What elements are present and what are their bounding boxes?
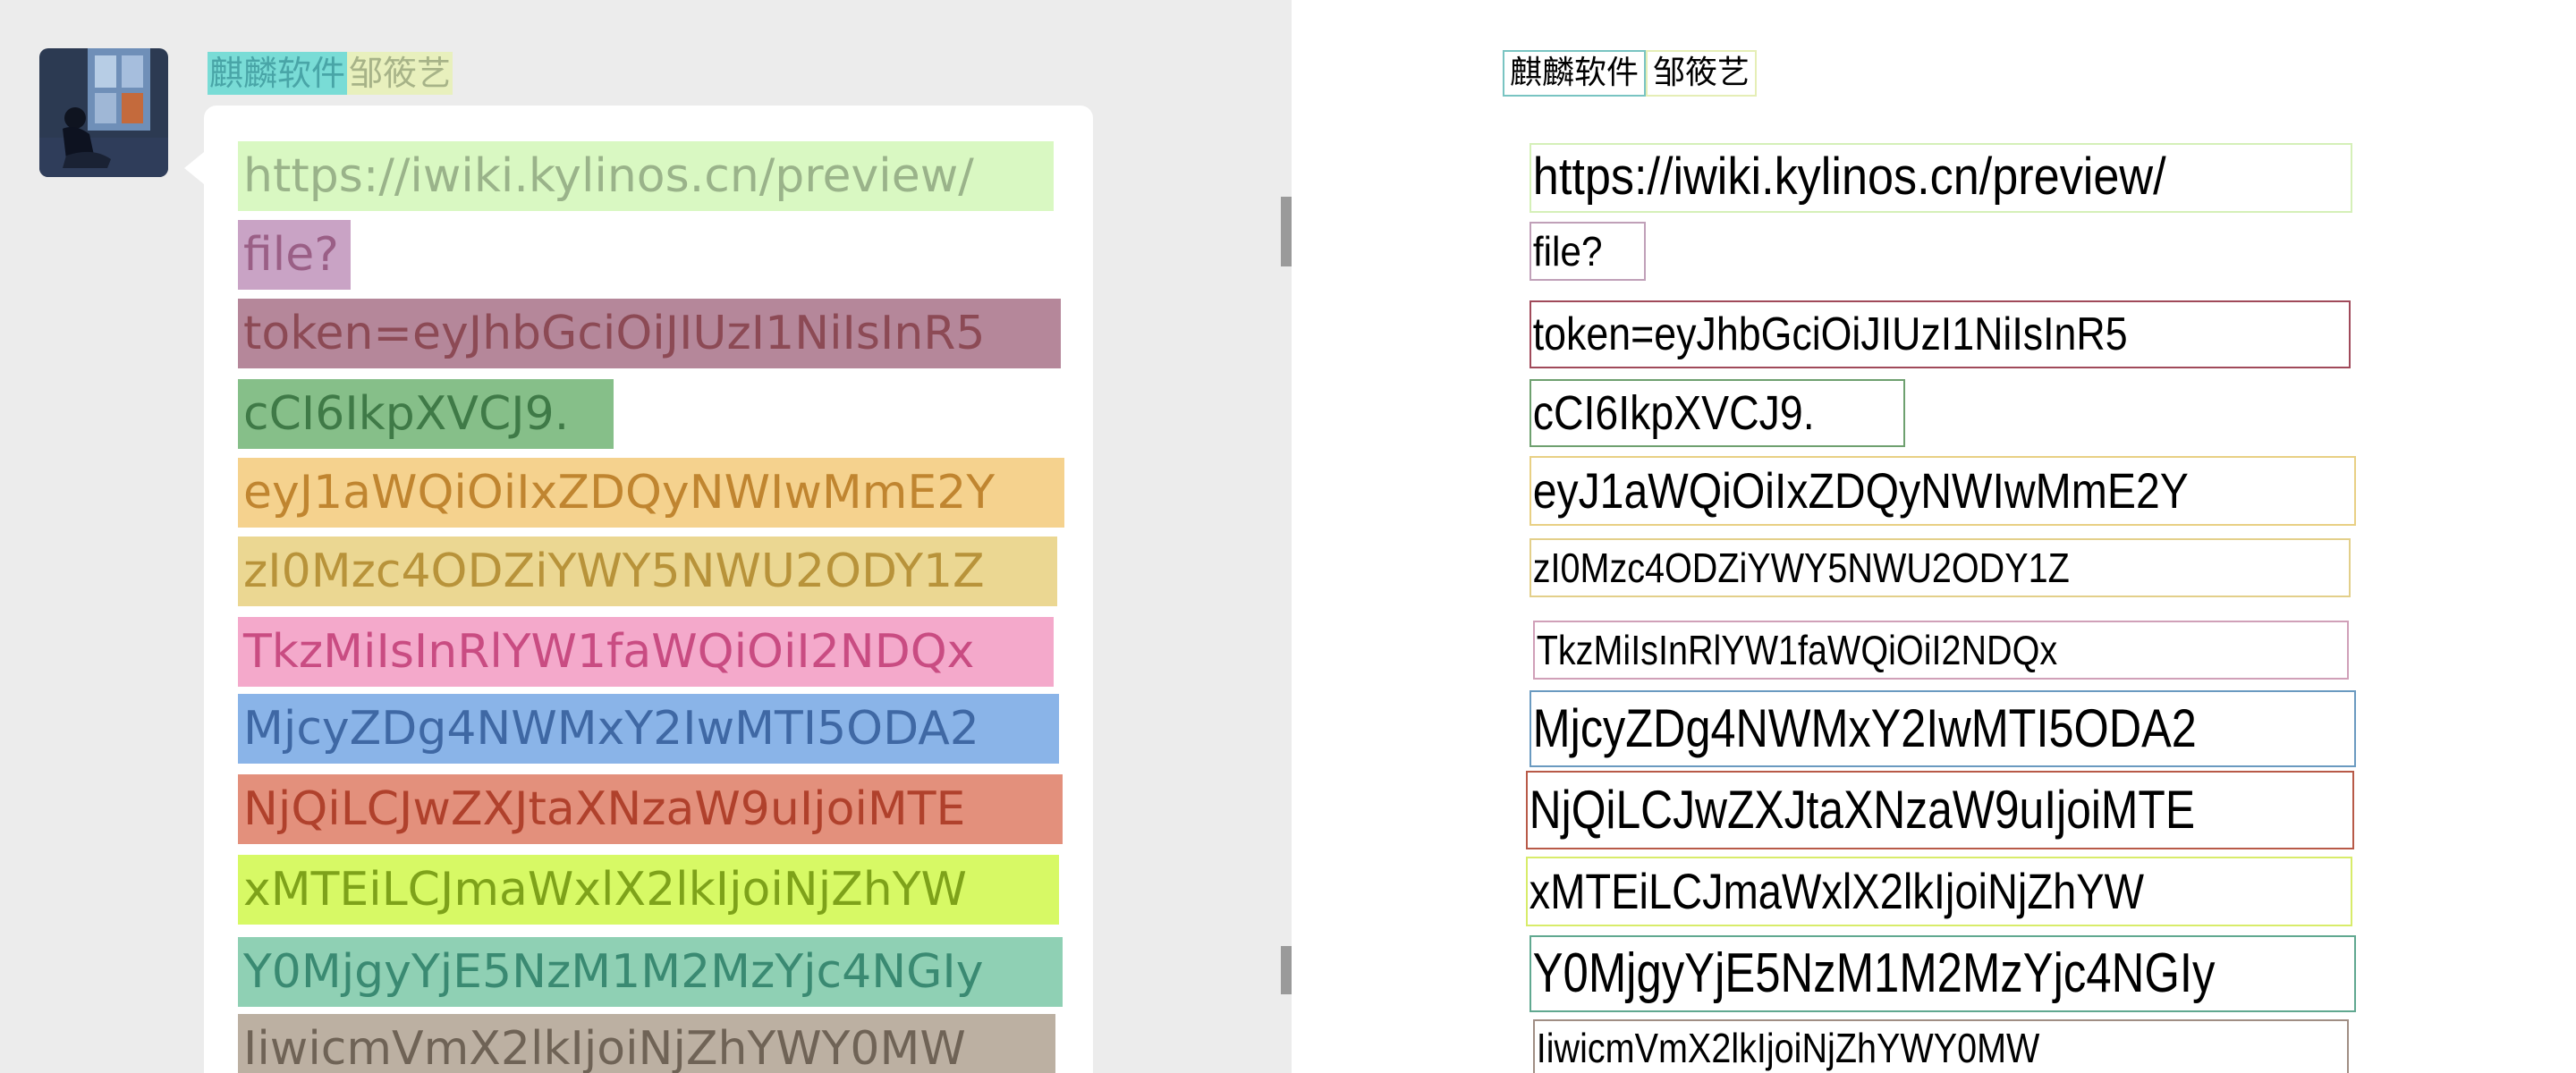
annotated-line: xMTEiLCJmaWxlX2lkIjoiNjZhYW bbox=[1526, 857, 2352, 926]
annotated-line: file? bbox=[1530, 222, 1646, 281]
message-line: xMTEiLCJmaWxlX2lkIjoiNjZhYW bbox=[238, 855, 1059, 925]
avatar[interactable] bbox=[39, 48, 168, 177]
sender-company: 麒麟软件 bbox=[208, 52, 348, 95]
message-line: zI0Mzc4ODZiYWY5NWU2ODY1Z bbox=[238, 536, 1057, 606]
chat-pane: 麒麟软件 邹筱艺 https://iwiki.kylinos.cn/previe… bbox=[0, 0, 1292, 1073]
message-line: https://iwiki.kylinos.cn/preview/ bbox=[238, 141, 1054, 211]
annotated-line: token=eyJhbGciOiJIUzI1NiIsInR5 bbox=[1530, 300, 2351, 368]
annotated-line: MjcyZDg4NWMxY2IwMTI5ODA2 bbox=[1530, 690, 2356, 767]
message-line: file? bbox=[238, 220, 351, 290]
scrollbar-marker-top[interactable] bbox=[1281, 197, 1292, 266]
message-line: eyJ1aWQiOiIxZDQyNWIwMmE2Y bbox=[238, 458, 1064, 528]
annotated-line: https://iwiki.kylinos.cn/preview/ bbox=[1530, 143, 2352, 213]
message-line: NjQiLCJwZXJtaXNzaW9uIjoiMTE bbox=[238, 774, 1063, 844]
message-line: Y0MjgyYjE5NzM1M2MzYjc4NGIy bbox=[238, 937, 1063, 1007]
avatar-photo-icon bbox=[39, 48, 168, 177]
annotated-sender-line: 麒麟软件 邹筱艺 bbox=[1503, 50, 1758, 97]
annotated-line: eyJ1aWQiOiIxZDQyNWIwMmE2Y bbox=[1530, 456, 2356, 526]
annotated-line: NjQiLCJwZXJtaXNzaW9uIjoiMTE bbox=[1526, 771, 2354, 849]
bubble-tail bbox=[184, 152, 204, 184]
annotated-line: zI0Mzc4ODZiYWY5NWU2ODY1Z bbox=[1530, 538, 2351, 597]
annotated-line: TkzMiIsInRlYW1faWQiOiI2NDQx bbox=[1533, 621, 2349, 680]
sender-line: 麒麟软件 邹筱艺 bbox=[208, 52, 453, 95]
message-line: TkzMiIsInRlYW1faWQiOiI2NDQx bbox=[238, 617, 1054, 687]
annotated-sender-name: 邹筱艺 bbox=[1646, 50, 1758, 97]
sender-name[interactable]: 邹筱艺 bbox=[347, 52, 453, 95]
annotated-line: Y0MjgyYjE5NzM1M2MzYjc4NGIy bbox=[1530, 935, 2356, 1012]
scrollbar-marker-bottom[interactable] bbox=[1281, 946, 1292, 994]
annotation-pane: 麒麟软件 邹筱艺 https://iwiki.kylinos.cn/previe… bbox=[1292, 0, 2576, 1073]
annotated-sender-company: 麒麟软件 bbox=[1503, 50, 1647, 97]
message-line: token=eyJhbGciOiJIUzI1NiIsInR5 bbox=[238, 299, 1061, 368]
message-line: IiwicmVmX2lkIjoiNjZhYWY0MW bbox=[238, 1014, 1055, 1073]
message-line: cCI6IkpXVCJ9. bbox=[238, 379, 614, 449]
message-line: MjcyZDg4NWMxY2IwMTI5ODA2 bbox=[238, 694, 1059, 764]
annotated-line: IiwicmVmX2lkIjoiNjZhYWY0MW bbox=[1533, 1019, 2349, 1073]
annotated-line: cCI6IkpXVCJ9. bbox=[1530, 379, 1905, 447]
